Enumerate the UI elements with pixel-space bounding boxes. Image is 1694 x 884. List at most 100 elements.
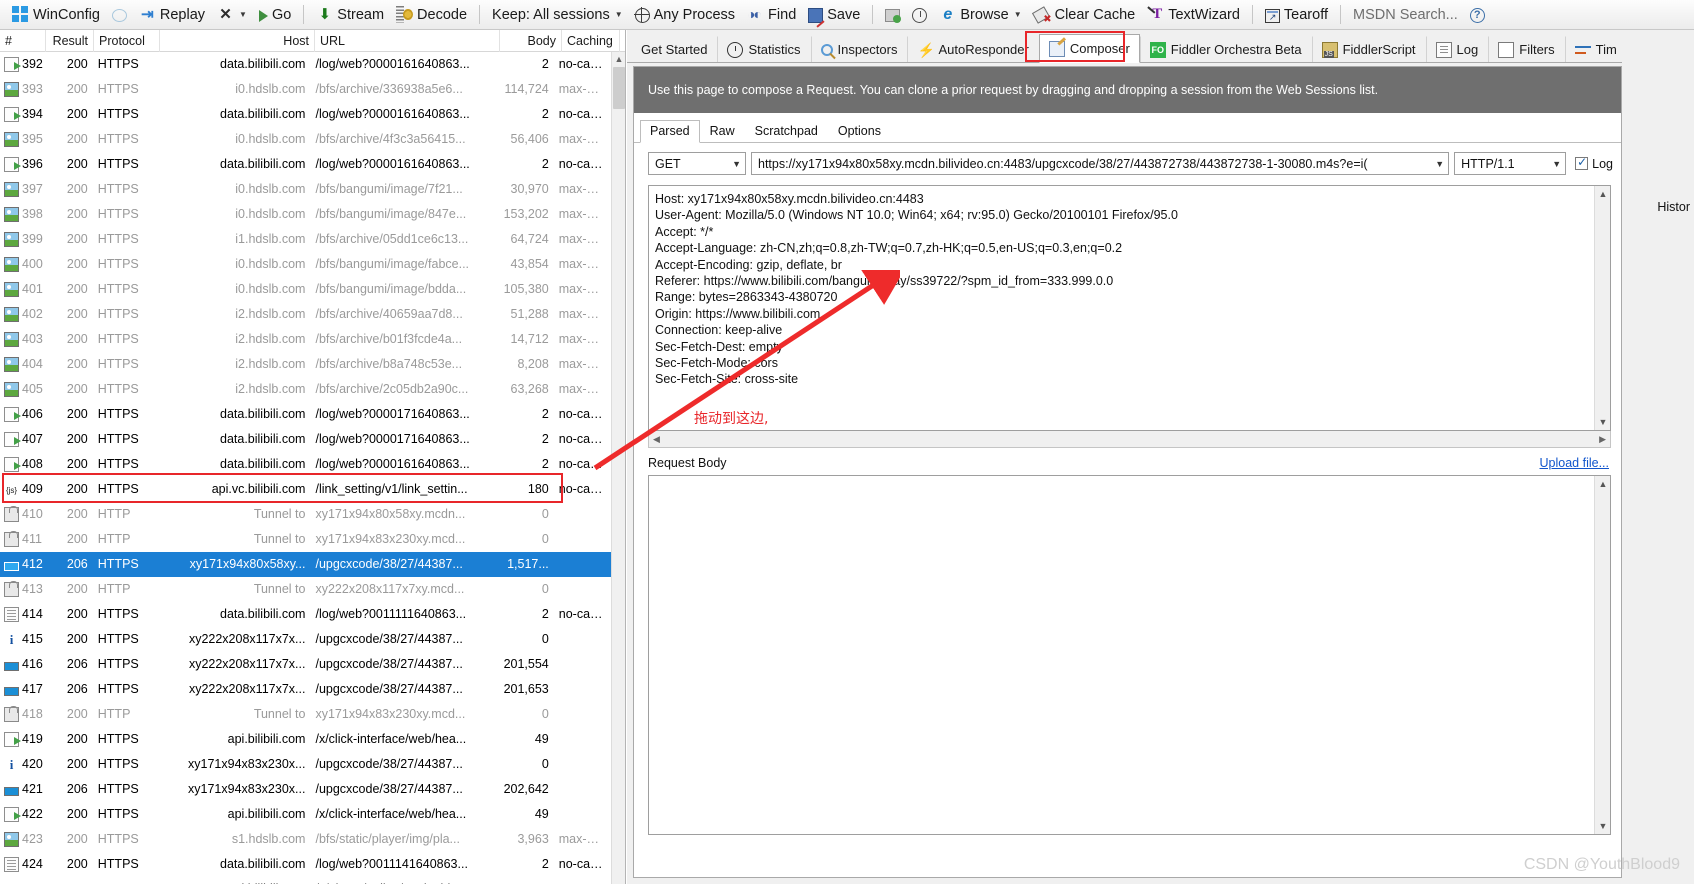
request-body-editor[interactable]: ▲ ▼	[648, 475, 1611, 835]
table-row[interactable]: 398 200 HTTPS i0.hdslb.com/bfs/bangumi/imag…	[0, 202, 611, 227]
toolbar-remove-button[interactable]: ✕ ▼	[211, 3, 253, 27]
subtab-scratchpad[interactable]: Scratchpad	[745, 120, 828, 142]
toolbar-go-button[interactable]: Go	[253, 3, 297, 27]
table-row[interactable]: 414 200 HTTPS data.bilibili.com/log/web?001…	[0, 602, 611, 627]
table-row[interactable]: 395 200 HTTPS i0.hdslb.com/bfs/archive/4f3c…	[0, 127, 611, 152]
scroll-left-arrow-icon[interactable]: ◀	[649, 434, 664, 445]
body-vertical-scrollbar[interactable]: ▲ ▼	[1594, 476, 1610, 834]
tab-inspectors[interactable]: Inspectors	[810, 36, 908, 62]
column-header-caching[interactable]: Caching	[562, 30, 620, 52]
toolbar-tearoff-button[interactable]: Tearoff	[1259, 3, 1334, 27]
chevron-down-icon[interactable]: ▼	[1014, 10, 1022, 19]
table-row[interactable]: 407 200 HTTPS data.bilibili.com/log/web?000…	[0, 427, 611, 452]
http-version-select[interactable]: HTTP/1.1 ▼	[1454, 152, 1567, 175]
toolbar-clear-cache-button[interactable]: Clear Cache	[1028, 3, 1142, 27]
table-row[interactable]: 405 200 HTTPS i2.hdslb.com/bfs/archive/2c05…	[0, 377, 611, 402]
scroll-down-arrow-icon[interactable]: ▼	[1595, 818, 1611, 834]
table-row[interactable]: 418 200 HTTP Tunnel to xy171x94x83x230xy.mcd…	[0, 702, 611, 727]
column-header-body[interactable]: Body	[500, 30, 562, 52]
table-row[interactable]: 399 200 HTTPS i1.hdslb.com/bfs/archive/05dd…	[0, 227, 611, 252]
request-headers-editor[interactable]: Host: xy171x94x80x58xy.mcdn.bilivideo.cn…	[648, 185, 1611, 431]
log-request-checkbox[interactable]: Log	[1575, 155, 1613, 171]
upload-file-link[interactable]: Upload file...	[1540, 456, 1609, 470]
toolbar-msdn-search-field[interactable]: MSDN Search...	[1347, 3, 1464, 27]
table-row[interactable]: 425200HTTPSapi.bilibili.com/x/player/onl…	[0, 877, 611, 884]
toolbar-winconfig-button[interactable]: WinConfig	[6, 3, 106, 27]
table-row[interactable]: 416 206 HTTPS xy222x208x117x7x... /upgcxcode…	[0, 652, 611, 677]
table-row[interactable]: 422 200 HTTPS api.bilibili.com/x/click-inte…	[0, 802, 611, 827]
toolbar-replay-button[interactable]: ⇥ Replay	[133, 3, 211, 27]
tab-composer[interactable]: Composer	[1038, 34, 1140, 63]
toolbar-comment-button[interactable]	[106, 3, 133, 27]
table-row[interactable]: 413 200 HTTP Tunnel to xy222x208x117x7xy.mcd…	[0, 577, 611, 602]
scroll-up-arrow-icon[interactable]: ▲	[1595, 476, 1611, 492]
table-row[interactable]: 401 200 HTTPS i0.hdslb.com/bfs/bangumi/imag…	[0, 277, 611, 302]
toolbar-textwizard-button[interactable]: TextWizard	[1141, 3, 1246, 27]
tab-get-started[interactable]: Get Started	[631, 36, 718, 62]
table-row[interactable]: 397 200 HTTPS i0.hdslb.com/bfs/bangumi/imag…	[0, 177, 611, 202]
table-row[interactable]: 396 200 HTTPS data.bilibili.com/log/web?000…	[0, 152, 611, 177]
table-row[interactable]: 402 200 HTTPS i2.hdslb.com/bfs/archive/4065…	[0, 302, 611, 327]
scroll-down-arrow-icon[interactable]: ▼	[1595, 414, 1610, 430]
column-header-result[interactable]: Result	[46, 30, 94, 52]
column-header-num[interactable]: #	[0, 30, 46, 52]
scroll-up-arrow-icon[interactable]: ▲	[612, 52, 625, 67]
tab-log[interactable]: Log	[1425, 36, 1489, 62]
subtab-parsed[interactable]: Parsed	[640, 120, 700, 143]
headers-horizontal-scrollbar[interactable]: ◀ ▶	[648, 431, 1611, 448]
table-row[interactable]: 394 200 HTTPS data.bilibili.com/log/web?000…	[0, 102, 611, 127]
toolbar-timer-button[interactable]	[906, 3, 933, 27]
headers-vertical-scrollbar[interactable]: ▲ ▼	[1594, 186, 1610, 430]
http-method-select[interactable]: GET ▼	[648, 152, 746, 175]
subtab-options[interactable]: Options	[828, 120, 891, 142]
column-header-host[interactable]: Host	[160, 30, 315, 52]
tab-fiddlerscript[interactable]: FiddlerScript	[1311, 36, 1426, 62]
table-row[interactable]: 420 200 HTTPS xy171x94x83x230x... /upgcxcode…	[0, 752, 611, 777]
tab-fiddler-orchestra-beta[interactable]: FO Fiddler Orchestra Beta	[1139, 36, 1312, 62]
column-header-protocol[interactable]: Protocol	[94, 30, 160, 52]
table-row[interactable]: 415 200 HTTPS xy222x208x117x7x... /upgcxcode…	[0, 627, 611, 652]
table-row[interactable]: 392 200 HTTPS data.bilibili.com/log/web?000…	[0, 52, 611, 77]
tab-tim[interactable]: Tim	[1564, 36, 1627, 62]
sessions-vertical-scrollbar[interactable]: ▲	[611, 52, 625, 884]
table-row[interactable]: 419 200 HTTPS api.bilibili.com/x/click-inte…	[0, 727, 611, 752]
column-header-url[interactable]: URL	[315, 30, 500, 52]
tab-statistics[interactable]: Statistics	[717, 36, 811, 62]
table-row[interactable]: 417 206 HTTPS xy222x208x117x7x... /upgcxcode…	[0, 677, 611, 702]
toolbar-item-label: Find	[768, 6, 797, 23]
table-row[interactable]: 412 206 HTTPS xy171x94x80x58xy... /upgcxcode…	[0, 552, 611, 577]
tab-autoresponder[interactable]: AutoResponder	[907, 36, 1039, 62]
table-row[interactable]: 393 200 HTTPS i0.hdslb.com/bfs/archive/3369…	[0, 77, 611, 102]
cell-host: xy171x94x80x58xy...	[189, 557, 306, 571]
toolbar-stream-button[interactable]: ⬇ Stream	[310, 3, 390, 27]
toolbar-help-button[interactable]: ?	[1464, 3, 1491, 27]
table-row[interactable]: 424 200 HTTPS data.bilibili.com/log/web?001…	[0, 852, 611, 877]
table-row[interactable]: 409 200 HTTPS api.vc.bilibili.com/link_sett…	[0, 477, 611, 502]
web-sessions-list[interactable]: # Result Protocol Host URL Body Caching …	[0, 30, 626, 884]
request-url-input[interactable]: https://xy171x94x80x58xy.mcdn.bilivideo.…	[751, 152, 1450, 175]
table-row[interactable]: 410 200 HTTP Tunnel to xy171x94x80x58xy.mcdn…	[0, 502, 611, 527]
toolbar-save-button[interactable]: Save	[802, 3, 866, 27]
scrollbar-thumb[interactable]	[613, 67, 625, 109]
toolbar-keep-sessions-dropdown[interactable]: Keep: All sessions ▼	[486, 3, 629, 27]
tab-filters[interactable]: Filters	[1488, 36, 1565, 62]
cell-caching	[554, 652, 611, 677]
toolbar-find-button[interactable]: ◑◐ Find	[741, 3, 802, 27]
table-row[interactable]: 423 200 HTTPS s1.hdslb.com/bfs/static/playe…	[0, 827, 611, 852]
table-row[interactable]: 404 200 HTTPS i2.hdslb.com/bfs/archive/b8a7…	[0, 352, 611, 377]
toolbar-any-process-button[interactable]: Any Process	[629, 3, 741, 27]
request-headers-text[interactable]: Host: xy171x94x80x58xy.mcdn.bilivideo.cn…	[655, 191, 1592, 388]
table-row[interactable]: 408 200 HTTPS data.bilibili.com/log/web?000…	[0, 452, 611, 477]
toolbar-browse-button[interactable]: e Browse ▼	[933, 3, 1027, 27]
subtab-raw[interactable]: Raw	[700, 120, 745, 142]
scroll-up-arrow-icon[interactable]: ▲	[1595, 186, 1610, 202]
table-row[interactable]: 406 200 HTTPS data.bilibili.com/log/web?000…	[0, 402, 611, 427]
toolbar-screenshot-button[interactable]	[879, 3, 906, 27]
table-row[interactable]: 400 200 HTTPS i0.hdslb.com/bfs/bangumi/imag…	[0, 252, 611, 277]
table-row[interactable]: 411 200 HTTP Tunnel to xy171x94x83x230xy.mcd…	[0, 527, 611, 552]
toolbar-decode-button[interactable]: Decode	[390, 3, 473, 27]
checkbox-box[interactable]	[1575, 155, 1589, 170]
table-row[interactable]: 421 206 HTTPS xy171x94x83x230x... /upgcxcode…	[0, 777, 611, 802]
table-row[interactable]: 403 200 HTTPS i2.hdslb.com/bfs/archive/b01f…	[0, 327, 611, 352]
scroll-right-arrow-icon[interactable]: ▶	[1595, 434, 1610, 445]
